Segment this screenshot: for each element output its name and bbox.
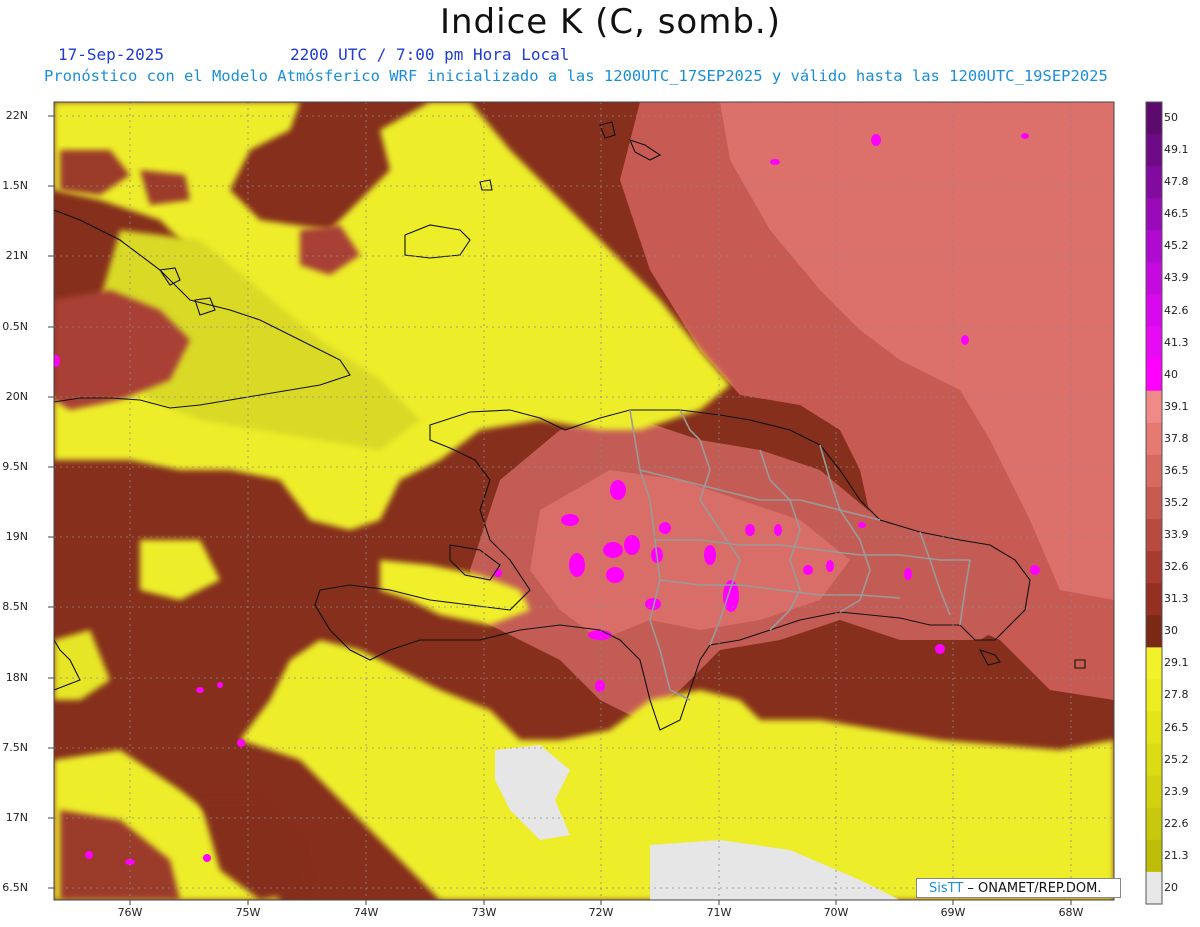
colorbar-tick-label: 32.6 (1164, 560, 1189, 574)
colorbar-tick-label: 31.3 (1164, 592, 1189, 606)
lat-label-20n: 20N (5, 390, 28, 403)
colorbar-swatch (1146, 583, 1162, 616)
colorbar-swatch (1146, 711, 1162, 745)
colorbar-tick-label: 42.6 (1164, 303, 1189, 317)
lat-label-19-5n: 9.5N (2, 460, 28, 473)
colorbar-swatch (1146, 166, 1162, 199)
colorbar-tick-label: 37.8 (1164, 431, 1189, 445)
lon-label-68w: 68W (1058, 906, 1084, 919)
colorbar-swatch (1146, 519, 1162, 552)
colorbar-tick-label: 27.8 (1164, 688, 1189, 702)
colorbar-tick-label: 23.9 (1164, 784, 1189, 798)
colorbar-swatch (1146, 679, 1162, 713)
colorbar-tick-label: 40 (1164, 367, 1178, 381)
colorbar-swatch (1146, 198, 1162, 231)
lon-label-73w: 73W (471, 906, 497, 919)
onamet-credit: – ONAMET/REP.DOM. (963, 881, 1102, 896)
colorbar-swatch (1146, 743, 1162, 777)
colorbar-swatch (1146, 839, 1162, 873)
colorbar-swatch (1146, 102, 1162, 135)
lat-label-21n: 21N (5, 249, 28, 262)
colorbar-tick-label: 35.2 (1164, 496, 1189, 509)
colorbar-tick-label: 20 (1164, 880, 1178, 894)
colorbar-tick-label: 46.5 (1164, 207, 1189, 221)
lat-label-17n: 17N (5, 811, 28, 824)
lon-label-70w: 70W (823, 906, 849, 919)
k-index-map (48, 101, 1163, 905)
colorbar-swatch (1146, 390, 1162, 424)
colorbar-swatch (1146, 775, 1162, 809)
colorbar-tick-label: 30 (1164, 624, 1178, 638)
colorbar-swatch (1146, 358, 1162, 392)
lat-label-19n: 19N (5, 530, 28, 543)
lat-label-21-5n: 1.5N (2, 179, 28, 192)
colorbar-tick-label: 33.9 (1164, 528, 1189, 542)
colorbar-swatch (1146, 871, 1162, 905)
lon-label-69w: 69W (940, 906, 966, 919)
colorbar-swatch (1146, 294, 1162, 328)
credit-box: SisTT – ONAMET/REP.DOM. (916, 878, 1121, 898)
lat-label-17-5n: 7.5N (2, 741, 28, 754)
colorbar-tick-label: 22.6 (1164, 816, 1189, 830)
colorbar-swatch (1146, 551, 1162, 584)
colorbar-tick-label: 36.5 (1164, 463, 1189, 477)
lat-label-18-5n: 8.5N (2, 600, 28, 613)
colorbar-swatch (1146, 615, 1162, 648)
colorbar-swatch (1146, 230, 1162, 263)
lon-label-71w: 71W (706, 906, 732, 919)
colorbar-tick-label: 25.2 (1164, 752, 1189, 766)
colorbar-tick-label: 41.3 (1164, 335, 1189, 349)
colorbar-swatch (1146, 134, 1162, 167)
colorbar-swatch (1146, 647, 1162, 680)
colorbar-tick-label: 26.5 (1164, 720, 1189, 734)
colorbar-swatch (1146, 454, 1162, 488)
colorbar-tick-label: 39.1 (1164, 399, 1189, 413)
colorbar-tick-label: 29.1 (1164, 656, 1189, 670)
lon-label-76w: 76W (117, 906, 143, 919)
colorbar-tick-label: 50 (1164, 111, 1178, 125)
lat-label-22n: 22N (5, 109, 28, 122)
colorbar-tick-label: 47.8 (1164, 175, 1189, 189)
sistt-logo-text: SisTT (929, 881, 964, 896)
lon-label-74w: 74W (353, 906, 379, 919)
lon-label-72w: 72W (588, 906, 614, 919)
lon-label-75w: 75W (235, 906, 261, 919)
lat-label-20-5n: 0.5N (2, 320, 28, 333)
colorbar (1146, 102, 1162, 905)
colorbar-swatch (1146, 807, 1162, 841)
lat-label-16-5n: 6.5N (2, 881, 28, 894)
colorbar-tick-label: 21.3 (1164, 848, 1189, 862)
colorbar-swatch (1146, 326, 1162, 360)
lat-label-18n: 18N (5, 671, 28, 684)
colorbar-swatch (1146, 422, 1162, 456)
colorbar-swatch (1146, 486, 1162, 520)
colorbar-swatch (1146, 262, 1162, 295)
colorbar-tick-label: 49.1 (1164, 143, 1189, 157)
colorbar-tick-label: 45.2 (1164, 239, 1189, 253)
colorbar-tick-label: 43.9 (1164, 271, 1189, 285)
map-fields (54, 102, 1114, 900)
